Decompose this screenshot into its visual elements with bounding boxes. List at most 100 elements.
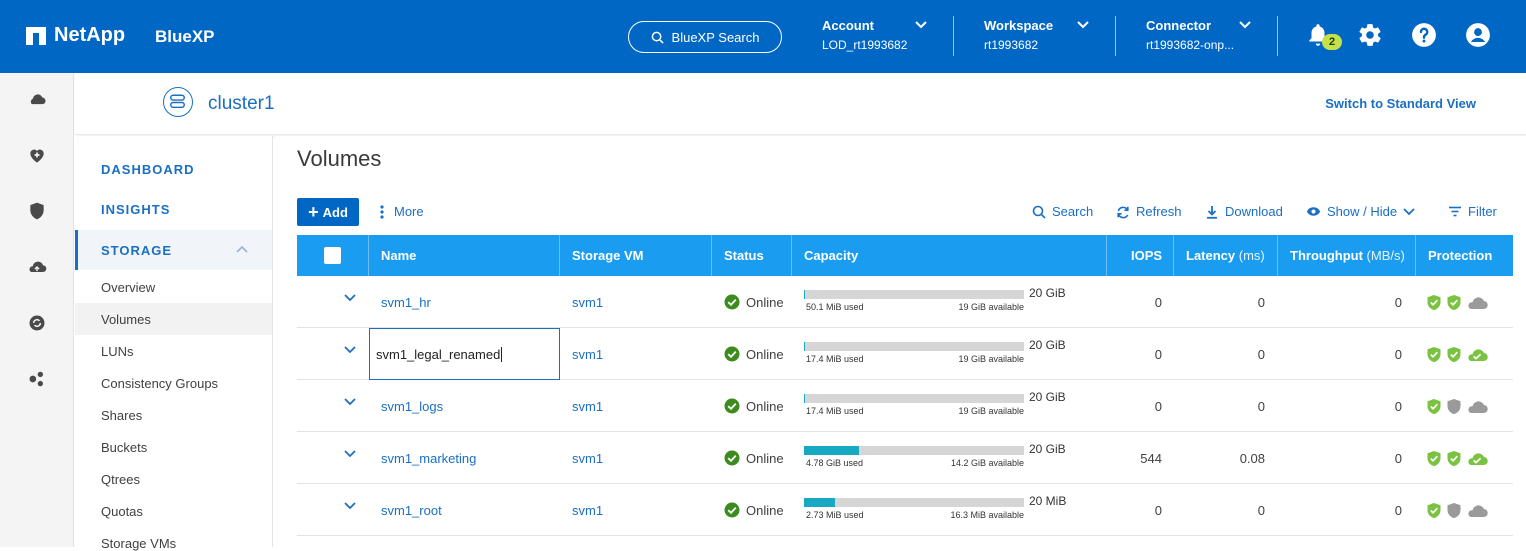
volume-name-link[interactable]: svm1_root	[381, 484, 442, 536]
cloud-gray-icon[interactable]	[1466, 295, 1488, 310]
col-status[interactable]: Status	[712, 235, 792, 276]
volume-name: svm1_root	[381, 503, 442, 518]
table-row[interactable]: svm1_hr svm1 Online 50.1 MiB used 19 GiB…	[297, 276, 1513, 328]
cloud-check-green-icon[interactable]	[1466, 347, 1488, 362]
storage-vm-link[interactable]: svm1	[572, 380, 603, 432]
table-row[interactable]: svm1_root svm1 Online 2.73 MiB used 16.3…	[297, 484, 1513, 536]
nav-item-luns[interactable]: LUNs	[101, 344, 134, 359]
col-name[interactable]: Name	[369, 235, 560, 276]
expand-row-button[interactable]	[297, 276, 369, 328]
account-selector[interactable]: Account LOD_rt1993682	[822, 18, 907, 52]
shield-gray-icon[interactable]	[1446, 502, 1462, 519]
table-row[interactable]: svm1_legal_renamed svm1 Online 17.4 MiB …	[297, 328, 1513, 380]
status-text: Online	[746, 503, 784, 518]
nav-item-storage-vms[interactable]: Storage VMs	[101, 536, 176, 551]
cloud-check-green-icon[interactable]	[1466, 451, 1488, 466]
nav-dashboard[interactable]: DASHBOARD	[101, 162, 195, 177]
volume-name-link[interactable]: svm1_marketing	[381, 432, 476, 484]
connector-selector[interactable]: Connector rt1993682-onp...	[1146, 18, 1234, 52]
storage-vm-name: svm1	[572, 503, 603, 518]
nav-item-volumes[interactable]: Volumes	[101, 312, 151, 327]
user-avatar-icon[interactable]	[1465, 22, 1491, 48]
chevron-down-icon[interactable]	[915, 21, 927, 29]
bluexp-search-button[interactable]: BlueXP Search	[628, 21, 782, 53]
storage-vm-name: svm1	[572, 399, 603, 414]
health-icon[interactable]	[27, 145, 47, 165]
nav-item-buckets[interactable]: Buckets	[101, 440, 147, 455]
table-row[interactable]: svm1_marketing svm1 Online 4.78 GiB used…	[297, 432, 1513, 484]
expand-row-button[interactable]	[297, 432, 369, 484]
shield-check-green-icon[interactable]	[1446, 450, 1462, 467]
capacity-total: 20 GiB	[1029, 442, 1066, 456]
col-iops[interactable]: IOPS	[1107, 235, 1174, 276]
download-button[interactable]: Download	[1205, 204, 1283, 219]
show-hide-button[interactable]: Show / Hide	[1306, 204, 1415, 219]
storage-vm-link[interactable]: svm1	[572, 484, 603, 536]
nav-item-shares[interactable]: Shares	[101, 408, 142, 423]
throughput-header-label: Throughput	[1290, 248, 1363, 263]
volume-name-link[interactable]: svm1_logs	[381, 380, 443, 432]
nav-insights[interactable]: INSIGHTS	[101, 202, 170, 217]
col-latency[interactable]: Latency (ms)	[1174, 235, 1278, 276]
check-circle-icon	[724, 502, 740, 518]
product-name: BlueXP	[155, 27, 215, 47]
nav-storage-section[interactable]: STORAGE	[75, 230, 272, 270]
divider	[1115, 16, 1116, 56]
sync-icon[interactable]	[27, 313, 47, 333]
volume-name-link[interactable]: svm1_hr	[381, 276, 431, 328]
add-volume-button[interactable]: + Add	[297, 198, 359, 226]
nav-item-consistency-groups[interactable]: Consistency Groups	[101, 376, 218, 391]
volume-name: svm1_marketing	[381, 451, 476, 466]
chevron-down-icon[interactable]	[1239, 21, 1251, 29]
cloud-gray-icon[interactable]	[1466, 503, 1488, 518]
shield-gray-icon[interactable]	[1446, 398, 1462, 415]
col-throughput[interactable]: Throughput (MB/s)	[1278, 235, 1416, 276]
ecosystem-icon[interactable]	[27, 369, 47, 389]
more-label: More	[394, 204, 424, 219]
select-all-checkbox[interactable]	[324, 247, 341, 264]
table-row[interactable]: svm1_logs svm1 Online 17.4 MiB used 19 G…	[297, 380, 1513, 432]
shield-check-green-icon[interactable]	[1446, 294, 1462, 311]
expand-row-button[interactable]	[297, 328, 369, 380]
filter-button[interactable]: Filter	[1448, 204, 1497, 219]
col-storage-vm[interactable]: Storage VM	[560, 235, 712, 276]
cloud-gray-icon[interactable]	[1466, 399, 1488, 414]
search-button[interactable]: Search	[1032, 204, 1093, 219]
expand-row-button[interactable]	[297, 484, 369, 536]
switch-to-standard-view-link[interactable]: Switch to Standard View	[1325, 96, 1476, 111]
storage-cloud-icon[interactable]	[27, 90, 47, 110]
volume-name-input[interactable]: svm1_legal_renamed	[369, 328, 560, 380]
storage-vm-link[interactable]: svm1	[572, 328, 603, 380]
workspace-selector[interactable]: Workspace rt1993682	[984, 18, 1053, 52]
shield-check-green-icon[interactable]	[1426, 346, 1442, 363]
storage-vm-name: svm1	[572, 451, 603, 466]
shield-icon[interactable]	[27, 201, 47, 221]
storage-vm-link[interactable]: svm1	[572, 276, 603, 328]
shield-check-green-icon[interactable]	[1426, 294, 1442, 311]
shield-check-green-icon[interactable]	[1426, 398, 1442, 415]
nav-item-qtrees[interactable]: Qtrees	[101, 472, 140, 487]
shield-check-green-icon[interactable]	[1446, 346, 1462, 363]
latency-value: 0	[1174, 328, 1265, 380]
mobility-icon[interactable]	[27, 257, 47, 277]
shield-check-green-icon[interactable]	[1426, 450, 1442, 467]
col-protection[interactable]: Protection	[1416, 235, 1513, 276]
search-label: Search	[1052, 204, 1093, 219]
workspace-label: Workspace	[984, 18, 1053, 33]
gear-icon[interactable]	[1357, 22, 1383, 48]
nav-item-quotas[interactable]: Quotas	[101, 504, 143, 519]
refresh-button[interactable]: Refresh	[1116, 204, 1182, 219]
chevron-down-icon[interactable]	[1077, 21, 1089, 29]
top-bar: NetApp BlueXP BlueXP Search Account LOD_…	[0, 0, 1526, 73]
storage-vm-link[interactable]: svm1	[572, 432, 603, 484]
more-menu-button[interactable]: More	[380, 204, 424, 219]
netapp-logo[interactable]: NetApp	[26, 24, 125, 47]
search-icon	[651, 31, 664, 44]
col-capacity[interactable]: Capacity	[792, 235, 1107, 276]
expand-row-button[interactable]	[297, 380, 369, 432]
refresh-label: Refresh	[1136, 204, 1182, 219]
nav-item-overview[interactable]: Overview	[101, 280, 155, 295]
help-icon[interactable]	[1411, 22, 1437, 48]
shield-check-green-icon[interactable]	[1426, 502, 1442, 519]
capacity-used: 17.4 MiB used	[806, 354, 864, 364]
